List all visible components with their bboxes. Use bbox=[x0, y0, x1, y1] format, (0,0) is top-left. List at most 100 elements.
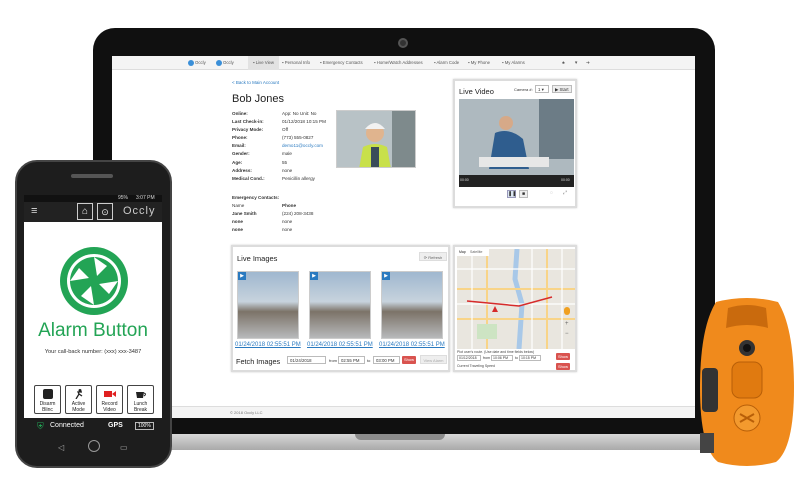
page-title: Bob Jones bbox=[232, 93, 284, 105]
view-alarm-button[interactable]: View Alarm bbox=[420, 355, 447, 364]
disarm-icon bbox=[42, 389, 53, 399]
page-footer: © 2018 Occly LLC bbox=[112, 406, 695, 418]
camera-label: Camera #: bbox=[514, 87, 533, 92]
detail-row: Phone: (773) 555-0827 bbox=[232, 135, 314, 141]
play-icon: ▶ bbox=[310, 272, 318, 280]
detail-row: Age: 55 bbox=[232, 159, 288, 165]
coffee-cup-icon bbox=[135, 392, 146, 398]
detail-row: Medical Cond.: Penicillin allergy bbox=[232, 175, 315, 181]
image-thumbnail[interactable]: ▶ bbox=[309, 271, 371, 339]
footer-text: © 2018 Occly LLC bbox=[230, 410, 263, 415]
live-video-title: Live Video bbox=[459, 87, 494, 96]
route-date-input[interactable]: 01/12/2018 bbox=[457, 355, 481, 361]
image-timestamp-link[interactable]: 01/24/2018 02:55:51 PM bbox=[379, 342, 445, 348]
back-key-icon[interactable]: ◁ bbox=[58, 443, 64, 452]
volume-icon[interactable]: ◌ bbox=[550, 190, 553, 196]
brand-link-1[interactable]: Occly bbox=[188, 60, 206, 66]
map-panel: Map Satellite + − Plot user's route. (Us… bbox=[453, 245, 577, 372]
zoom-in-icon[interactable]: + bbox=[565, 321, 569, 327]
live-images-panel: Live Images ⟳ Refresh ▶ ▶ ▶ 01/24/2018 0… bbox=[231, 245, 450, 372]
record-video-button[interactable]: Record Video bbox=[96, 385, 123, 414]
from-label: from bbox=[329, 358, 337, 363]
video-camera-icon bbox=[103, 391, 116, 397]
emergency-title: Emergency Contacts: bbox=[232, 195, 280, 200]
gps-status: GPS bbox=[108, 422, 123, 429]
webcam bbox=[398, 38, 408, 48]
refresh-button[interactable]: ⟳ Refresh bbox=[419, 252, 447, 261]
detail-row: Address: none bbox=[232, 167, 293, 173]
tab-alarm-code[interactable]: ▪ Alarm Code bbox=[434, 60, 459, 65]
fetch-from-time[interactable]: 02:55 PM bbox=[338, 356, 365, 364]
location-icon[interactable]: ⊙ bbox=[97, 203, 113, 220]
orange-alarm-device bbox=[698, 298, 796, 466]
image-thumbnail[interactable]: ▶ bbox=[381, 271, 443, 339]
stop-button[interactable]: ■ bbox=[519, 190, 528, 198]
logout-icon[interactable]: ➔ bbox=[586, 60, 590, 66]
route-to-time[interactable]: 10:15 PM bbox=[519, 355, 541, 361]
tab-personal-info[interactable]: ▪ Personal Info bbox=[282, 60, 310, 65]
phone-brand: Occly bbox=[123, 205, 156, 217]
shield-icon: ⛨ bbox=[37, 421, 44, 431]
zoom-out-icon[interactable]: − bbox=[565, 331, 569, 337]
fetch-date-input[interactable]: 01/24/2018 bbox=[287, 356, 326, 364]
phone-status-bar: 95% 3:07 PM bbox=[24, 195, 162, 202]
image-timestamp-link[interactable]: 01/24/2018 02:55:51 PM bbox=[307, 342, 373, 348]
route-map[interactable]: Map Satellite + − bbox=[457, 249, 575, 349]
laptop-screen: Occly Occly ▪ Live View ▪ Personal Info … bbox=[112, 56, 695, 418]
route-from-time[interactable]: 10:06 PM bbox=[491, 355, 513, 361]
camera-select[interactable]: 1 ▾ bbox=[535, 85, 549, 93]
map-tab-satellite[interactable]: Satellite bbox=[470, 250, 482, 254]
recent-apps-icon[interactable]: ▭ bbox=[120, 443, 128, 452]
active-mode-button[interactable]: Active Mode bbox=[65, 385, 92, 414]
emergency-contacts: Emergency Contacts: Name Phone Jane Smith… bbox=[232, 194, 332, 234]
pause-button[interactable]: ❚❚ bbox=[507, 190, 516, 198]
brand-label: Occly bbox=[223, 60, 234, 66]
disarm-button[interactable]: Disarm Blinc bbox=[34, 385, 61, 414]
tab-addresses[interactable]: ▪ Home/Watch Addresses bbox=[374, 60, 423, 65]
play-icon: ▶ bbox=[238, 272, 246, 280]
fetch-images-label: Fetch Images bbox=[236, 357, 281, 366]
map-tab-map[interactable]: Map bbox=[459, 250, 466, 254]
detail-row: Online: App: No Unit: No bbox=[232, 111, 317, 116]
route-show-button[interactable]: Show bbox=[556, 353, 570, 360]
brand-label: Occly bbox=[195, 60, 206, 66]
tab-emergency-contacts[interactable]: ▪ Emergency Contacts bbox=[320, 60, 363, 65]
image-thumbnail[interactable]: ▶ bbox=[237, 271, 299, 339]
contact-row: none none bbox=[232, 227, 293, 233]
device-battery: 100% bbox=[135, 422, 154, 430]
route-to-label: to bbox=[515, 356, 518, 360]
fetch-to-time[interactable]: 03:00 PM bbox=[373, 356, 400, 364]
live-images-title: Live Images bbox=[237, 254, 278, 263]
brand-link-2[interactable]: Occly bbox=[216, 60, 234, 66]
callback-number: Your call-back number: (xxx) xxx-3487 bbox=[44, 349, 142, 355]
phone-speaker bbox=[71, 174, 113, 178]
start-button[interactable]: ▶ Start bbox=[552, 85, 572, 93]
play-icon: ▶ bbox=[382, 272, 390, 280]
pegman-icon[interactable] bbox=[564, 307, 570, 315]
email-link[interactable]: demo11@occly.com bbox=[282, 143, 323, 148]
fetch-show-button[interactable]: Show bbox=[402, 356, 416, 364]
home-key-icon[interactable] bbox=[88, 440, 100, 452]
status-time: 3:07 PM bbox=[136, 195, 155, 201]
menu-icon[interactable]: ≡ bbox=[31, 205, 37, 217]
speed-show-button[interactable]: Show bbox=[556, 363, 570, 370]
lunch-break-button[interactable]: Lunch Break bbox=[127, 385, 154, 414]
home-icon[interactable]: ⌂ bbox=[77, 203, 93, 220]
logo-icon bbox=[216, 60, 222, 66]
cart-icon[interactable]: ▼ bbox=[574, 60, 578, 65]
top-nav: Occly Occly ▪ Live View ▪ Personal Info … bbox=[112, 56, 695, 70]
tab-live-view[interactable]: ▪ Live View bbox=[248, 56, 279, 70]
connected-status: Connected bbox=[50, 422, 84, 429]
phone-app-header: ≡ ⌂ ⊙ Occly bbox=[24, 202, 162, 222]
profile-details: Online: App: No Unit: No Last Check-in: 01… bbox=[232, 110, 326, 183]
profile-photo bbox=[336, 110, 416, 168]
app-title: Alarm Button bbox=[38, 320, 148, 341]
tab-my-alarms[interactable]: ▪ My Alarms bbox=[502, 60, 525, 65]
contacts-header: Name Phone bbox=[232, 203, 297, 209]
tab-my-phone[interactable]: ▪ My Phone bbox=[468, 60, 490, 65]
fullscreen-icon[interactable]: ⤢ bbox=[563, 190, 567, 196]
detail-row: Gender: male bbox=[232, 151, 292, 157]
settings-icon[interactable]: ♣ bbox=[562, 60, 565, 65]
image-timestamp-link[interactable]: 01/24/2018 02:55:51 PM bbox=[235, 342, 301, 348]
back-link[interactable]: < Back to Main Account bbox=[232, 80, 279, 85]
